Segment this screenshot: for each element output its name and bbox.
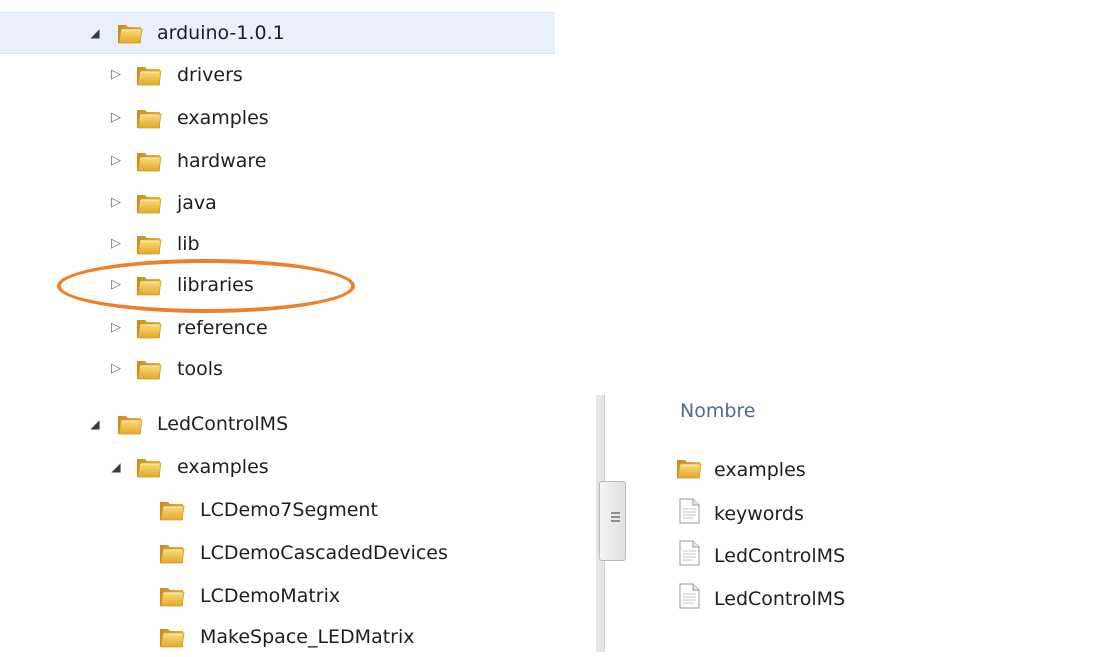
collapsed-arrow-icon[interactable]: ▷: [109, 236, 123, 252]
tree-item-label: reference: [177, 317, 268, 339]
folder-icon: [117, 22, 143, 44]
tree-item-label: drivers: [177, 64, 243, 86]
vertical-scrollbar[interactable]: [596, 395, 648, 652]
file-name[interactable]: keywords: [714, 501, 804, 527]
folder-icon: [676, 457, 702, 479]
file-name[interactable]: LedControlMS: [714, 586, 845, 612]
folder-icon: [136, 192, 162, 214]
folder-icon: [159, 626, 185, 648]
scrollbar-thumb[interactable]: [599, 481, 626, 561]
tree-item-label: examples: [177, 456, 269, 478]
highlight-ellipse-annotation: [57, 259, 355, 313]
expanded-arrow-icon[interactable]: ◢: [88, 25, 102, 41]
tree-item-java[interactable]: ▷ java: [0, 183, 555, 223]
tree-item-tools[interactable]: ▷ tools: [0, 349, 555, 389]
tree-item-label: MakeSpace_LEDMatrix: [200, 626, 415, 648]
expanded-arrow-icon[interactable]: ◢: [109, 459, 123, 475]
collapsed-arrow-icon[interactable]: ▷: [109, 67, 123, 83]
tree-item-arduino[interactable]: ◢ arduino-1.0.1: [0, 12, 555, 54]
folder-icon: [136, 64, 162, 86]
collapsed-arrow-icon[interactable]: ▷: [109, 195, 123, 211]
collapsed-arrow-icon[interactable]: ▷: [109, 361, 123, 377]
text-file-icon: [679, 540, 700, 566]
tree-item-lcdemomatrix[interactable]: LCDemoMatrix: [0, 576, 596, 616]
file-name[interactable]: LedControlMS: [714, 543, 845, 569]
tree-item-hardware[interactable]: ▷ hardware: [0, 141, 555, 181]
column-header-name[interactable]: Nombre: [680, 400, 756, 422]
tree-item-examples-sub[interactable]: ◢ examples: [0, 447, 596, 487]
folder-tree-top: ◢ arduino-1.0.1 ▷ drivers ▷ examples ▷ h…: [0, 0, 555, 388]
tree-item-label: arduino-1.0.1: [157, 22, 285, 44]
collapsed-arrow-icon[interactable]: ▷: [109, 110, 123, 126]
tree-item-label: lib: [177, 233, 200, 255]
folder-icon: [136, 233, 162, 255]
tree-item-lcdemocascadeddevices[interactable]: LCDemoCascadedDevices: [0, 533, 596, 573]
tree-item-label: hardware: [177, 150, 267, 172]
tree-item-label: LedControlMS: [157, 413, 289, 435]
folder-icon: [159, 499, 185, 521]
text-file-icon: [679, 498, 700, 524]
file-name[interactable]: examples: [714, 457, 806, 483]
folder-icon: [136, 150, 162, 172]
folder-icon: [159, 542, 185, 564]
folder-icon: [136, 317, 162, 339]
grip-icon: [611, 512, 620, 524]
tree-item-label: java: [177, 192, 217, 214]
tree-item-ledcontrolms[interactable]: ◢ LedControlMS: [0, 404, 596, 444]
file-list-pane: Nombre examples keywords LedControlMS Le…: [648, 395, 1116, 652]
tree-item-label: tools: [177, 358, 223, 380]
tree-item-label: LCDemoMatrix: [200, 585, 341, 607]
folder-icon: [136, 456, 162, 478]
folder-icon: [117, 413, 143, 435]
folder-icon: [136, 107, 162, 129]
folder-icon: [136, 358, 162, 380]
tree-item-lcdemo7segment[interactable]: LCDemo7Segment: [0, 490, 596, 530]
text-file-icon: [679, 583, 700, 609]
tree-item-drivers[interactable]: ▷ drivers: [0, 55, 555, 95]
tree-item-label: examples: [177, 107, 269, 129]
collapsed-arrow-icon[interactable]: ▷: [109, 153, 123, 169]
expanded-arrow-icon[interactable]: ◢: [88, 416, 102, 432]
tree-item-makespace-ledmatrix[interactable]: MakeSpace_LEDMatrix: [0, 617, 596, 657]
tree-item-lib[interactable]: ▷ lib: [0, 224, 555, 264]
tree-item-label: LCDemo7Segment: [200, 499, 378, 521]
tree-item-reference[interactable]: ▷ reference: [0, 308, 555, 348]
collapsed-arrow-icon[interactable]: ▷: [109, 320, 123, 336]
folder-icon: [159, 585, 185, 607]
tree-item-examples[interactable]: ▷ examples: [0, 98, 555, 138]
folder-tree-bottom: ◢ LedControlMS ◢ examples LCDemo7Segment…: [0, 395, 596, 652]
tree-item-label: LCDemoCascadedDevices: [200, 542, 448, 564]
